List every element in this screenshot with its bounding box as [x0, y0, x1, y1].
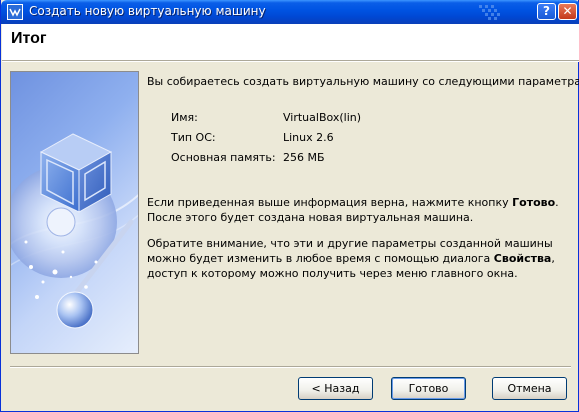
param-label: Имя:: [171, 111, 198, 124]
param-label: Тип ОС:: [171, 131, 216, 144]
close-button[interactable]: ✕: [558, 3, 577, 20]
virtualbox-app-icon: [7, 4, 23, 20]
wizard-window: Создать новую виртуальную машину ? ✕ Ито…: [0, 0, 579, 412]
param-value: 256 МБ: [283, 151, 325, 164]
confirmation-paragraph: Если приведенная выше информация верна, …: [147, 195, 563, 225]
cancel-button[interactable]: Отмена: [492, 377, 567, 400]
window-title: Создать новую виртуальную машину: [29, 4, 266, 18]
header-divider: [2, 60, 579, 62]
finish-button[interactable]: Готово: [391, 377, 466, 400]
confirmation-text-1: Если приведенная выше информация верна, …: [147, 196, 513, 209]
note-text-1: Обратите внимание, что эти и другие пара…: [147, 237, 553, 265]
param-value: Linux 2.6: [283, 131, 334, 144]
wizard-header: Итог: [2, 24, 579, 60]
confirmation-finish-bold: Готово: [512, 196, 556, 209]
param-label: Основная память:: [171, 151, 276, 164]
title-bar[interactable]: Создать новую виртуальную машину ? ✕: [1, 0, 579, 24]
param-value: VirtualBox(lin): [283, 111, 362, 124]
note-properties-bold: Свойства: [493, 252, 552, 265]
page-title: Итог: [11, 30, 47, 47]
titlebar-pattern-icon: [479, 5, 500, 20]
back-button[interactable]: < Назад: [298, 377, 373, 400]
wizard-banner-image: [10, 71, 139, 354]
note-paragraph: Обратите внимание, что эти и другие пара…: [147, 236, 563, 281]
help-button[interactable]: ?: [537, 3, 556, 20]
virtualbox-cube-illustration: [11, 133, 138, 329]
intro-text: Вы собираетесь создать виртуальную машин…: [147, 75, 579, 88]
footer-divider: [10, 366, 571, 368]
